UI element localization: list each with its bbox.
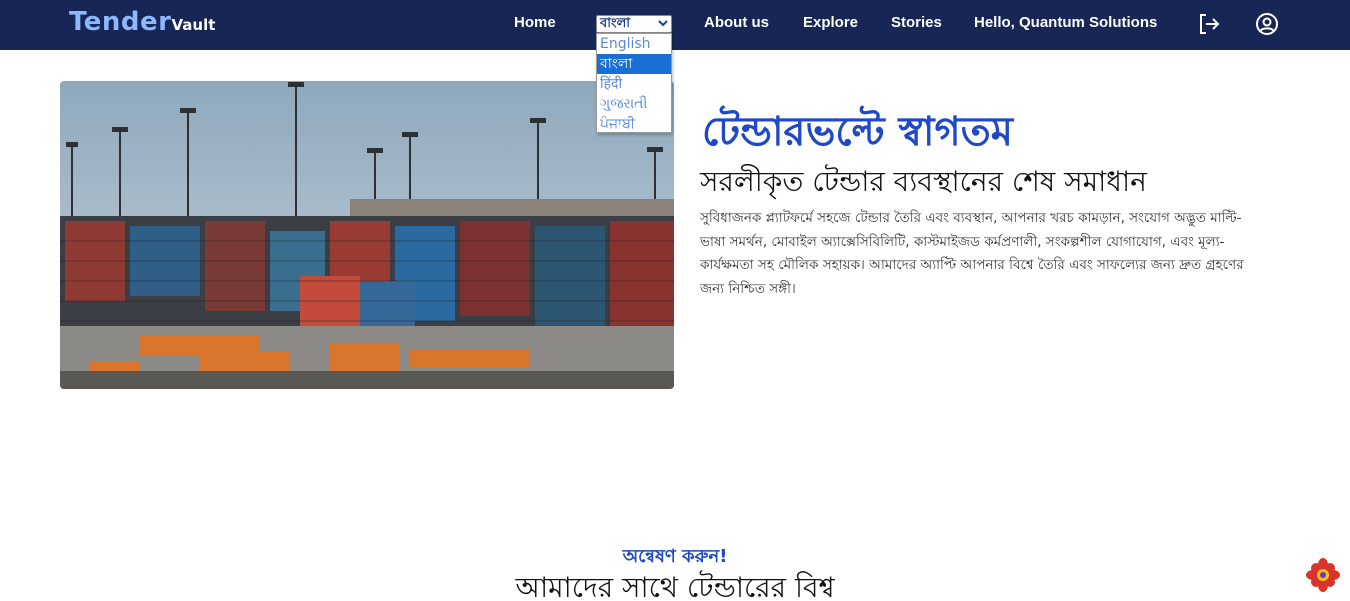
- nav-home-link[interactable]: Home: [514, 14, 556, 31]
- language-option-punjabi[interactable]: ਪੰਜਾਬੀ: [597, 114, 671, 134]
- logout-icon[interactable]: [1197, 12, 1221, 36]
- nav-stories-link[interactable]: Stories: [891, 14, 942, 31]
- user-circle-icon[interactable]: [1255, 12, 1279, 36]
- flower-widget-icon[interactable]: [1306, 558, 1340, 592]
- nav-greeting: Hello, Quantum Solutions: [974, 14, 1158, 31]
- hero-title: টেন্ডারভল্টে স্বাগতম: [702, 109, 1013, 155]
- language-option-bangla[interactable]: বাংলা: [597, 54, 671, 74]
- brand-logo[interactable]: TenderVault: [69, 7, 215, 37]
- nav-about-link[interactable]: About us: [704, 14, 769, 31]
- language-option-gujarati[interactable]: ગુજરાતી: [597, 94, 671, 114]
- hero-subtitle: সরলীকৃত টেন্ডার ব্যবস্থানের শেষ সমাধান: [700, 165, 1147, 198]
- language-option-english[interactable]: English: [597, 34, 671, 54]
- brand-name-sub: Vault: [171, 16, 216, 34]
- language-selected-value: বাংলা: [600, 16, 631, 31]
- language-select[interactable]: বাংলা: [596, 15, 672, 33]
- language-dropdown-list: English বাংলা हिंदी ગુજરાતી ਪੰਜਾਬੀ: [596, 33, 672, 133]
- language-option-hindi[interactable]: हिंदी: [597, 74, 671, 94]
- nav-explore-link[interactable]: Explore: [803, 14, 858, 31]
- hero-port-image: [60, 81, 674, 389]
- hero-description: সুবিধাজনক প্ল্যাটফর্মে সহজে টেন্ডার তৈরি…: [700, 210, 1244, 297]
- explore-title: আমাদের সাথে টেন্ডারের বিশ্ব: [515, 571, 835, 601]
- brand-name-main: Tender: [69, 7, 172, 37]
- top-navbar: TenderVault Home বাংলা About us Explore …: [0, 0, 1350, 50]
